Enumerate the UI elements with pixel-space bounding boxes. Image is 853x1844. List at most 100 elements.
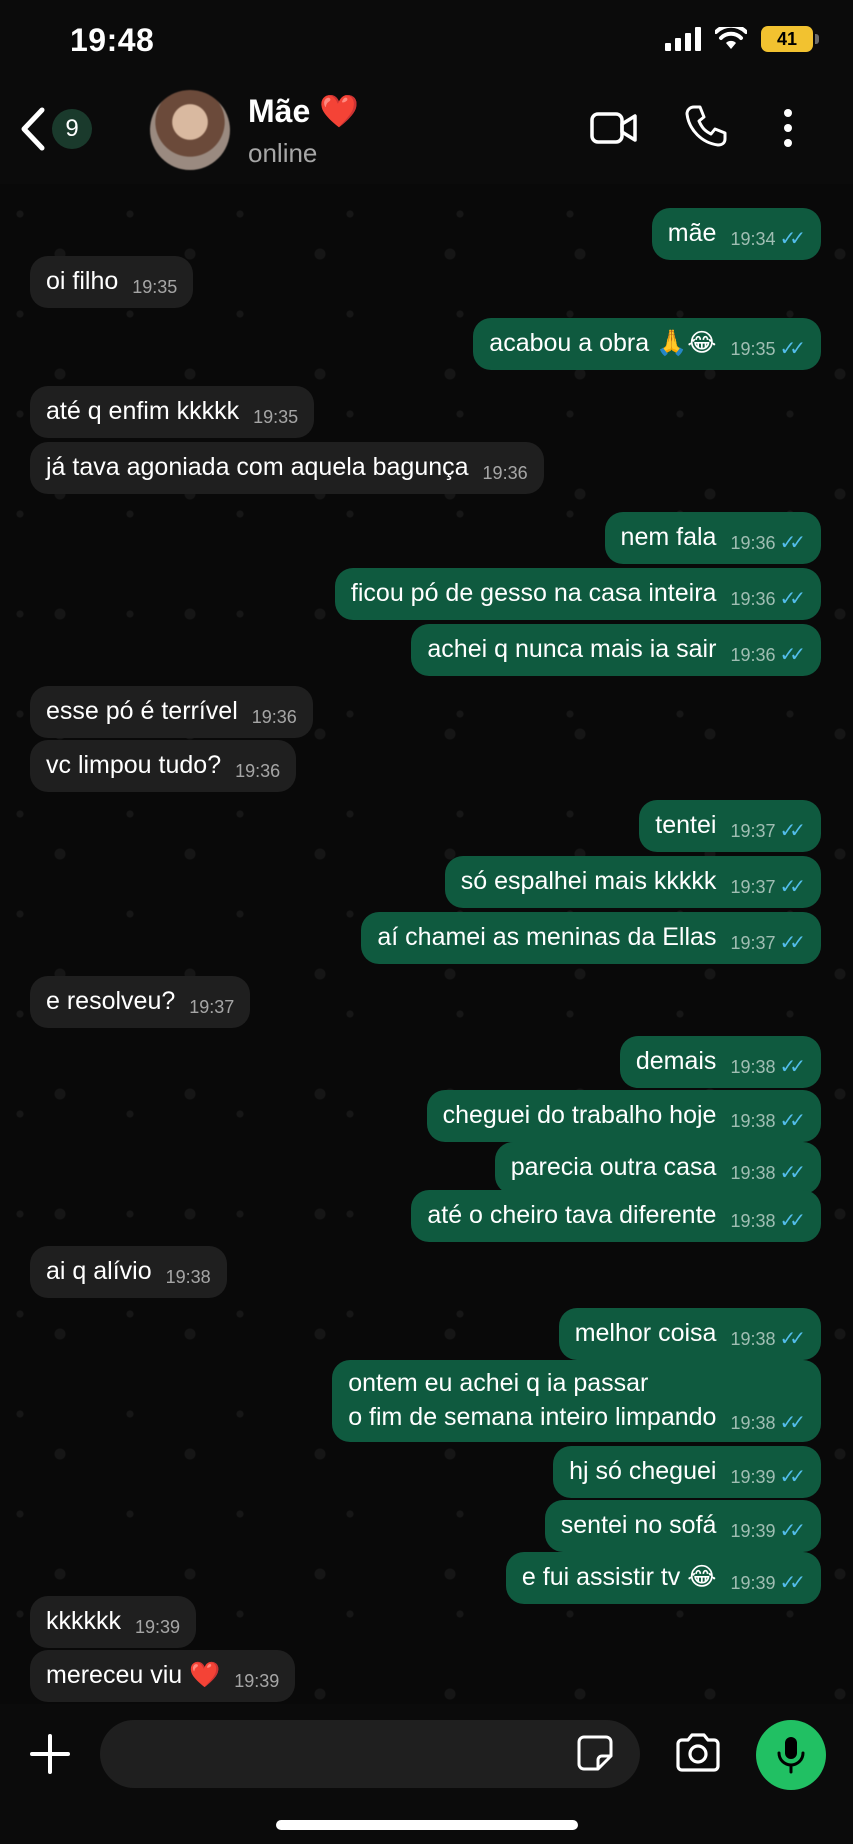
message-time: 19:38 bbox=[730, 1329, 776, 1349]
contact-name[interactable]: Mãe ❤️ bbox=[248, 92, 359, 130]
message-time: 19:39 bbox=[730, 1467, 776, 1487]
message-time: 19:34 bbox=[730, 229, 776, 249]
outgoing-message[interactable]: só espalhei mais kkkkk 19:37 ✓✓ bbox=[444, 856, 821, 908]
outgoing-message[interactable]: ontem eu achei q ia passar o fim de sema… bbox=[332, 1360, 821, 1442]
message-time: 19:35 bbox=[253, 407, 299, 427]
sticker-icon[interactable] bbox=[576, 1734, 614, 1772]
contact-avatar[interactable] bbox=[150, 90, 230, 170]
message-time: 19:36 bbox=[482, 463, 528, 483]
message-meta: 19:36 ✓✓ bbox=[730, 526, 805, 560]
outgoing-message[interactable]: ficou pó de gesso na casa inteira 19:36 ✓✓ bbox=[334, 568, 821, 620]
read-receipt-icon: ✓✓ bbox=[779, 876, 805, 898]
outgoing-message[interactable]: tentei 19:37 ✓✓ bbox=[639, 800, 821, 852]
message-time: 19:37 bbox=[730, 933, 776, 953]
message-time: 19:38 bbox=[730, 1111, 776, 1131]
message-text: cheguei do trabalho hoje bbox=[442, 1101, 717, 1129]
message-meta: 19:38 ✓✓ bbox=[730, 1104, 805, 1138]
incoming-message[interactable]: oi filho 19:35 bbox=[30, 256, 194, 308]
message-meta: 19:39 bbox=[234, 1664, 279, 1698]
message-text: acabou a obra 🙏😂 bbox=[489, 329, 717, 357]
composer-bar bbox=[0, 1704, 853, 1844]
message-time: 19:35 bbox=[730, 339, 776, 359]
outgoing-message[interactable]: sentei no sofá 19:39 ✓✓ bbox=[544, 1500, 821, 1552]
message-text: demais bbox=[635, 1047, 717, 1075]
outgoing-message[interactable]: melhor coisa 19:38 ✓✓ bbox=[558, 1308, 821, 1360]
outgoing-message[interactable]: mãe 19:34 ✓✓ bbox=[651, 208, 821, 260]
incoming-message[interactable]: ai q alívio 19:38 bbox=[30, 1246, 227, 1298]
message-time: 19:37 bbox=[730, 821, 776, 841]
status-bar: 19:48 41 bbox=[0, 0, 853, 82]
camera-icon[interactable] bbox=[674, 1732, 722, 1772]
outgoing-message[interactable]: achei q nunca mais ia sair 19:36 ✓✓ bbox=[411, 624, 821, 676]
incoming-message[interactable]: kkkkkk 19:39 bbox=[30, 1596, 197, 1648]
voice-record-button[interactable] bbox=[756, 1720, 826, 1790]
message-meta: 19:36 bbox=[483, 456, 528, 490]
outgoing-message[interactable]: cheguei do trabalho hoje 19:38 ✓✓ bbox=[426, 1090, 821, 1142]
cellular-signal-icon bbox=[665, 27, 701, 51]
incoming-message[interactable]: esse pó é terrível 19:36 bbox=[30, 686, 313, 738]
microphone-icon bbox=[777, 1737, 805, 1774]
message-text: mãe bbox=[667, 219, 717, 247]
message-meta: 19:36 ✓✓ bbox=[730, 582, 805, 616]
incoming-message[interactable]: vc limpou tudo? 19:36 bbox=[30, 740, 297, 792]
message-input[interactable] bbox=[100, 1720, 640, 1788]
read-receipt-icon: ✓✓ bbox=[779, 532, 805, 554]
message-time: 19:36 bbox=[730, 533, 776, 553]
message-text: parecia outra casa bbox=[510, 1153, 717, 1181]
outgoing-message[interactable]: parecia outra casa 19:38 ✓✓ bbox=[494, 1142, 821, 1194]
message-time: 19:39 bbox=[730, 1573, 776, 1593]
message-text: até o cheiro tava diferente bbox=[427, 1201, 717, 1229]
read-receipt-icon: ✓✓ bbox=[779, 1328, 805, 1350]
message-text: ontem eu achei q ia passar o fim de sema… bbox=[348, 1369, 717, 1431]
message-meta: 19:38 ✓✓ bbox=[730, 1050, 805, 1084]
message-meta: 19:35 ✓✓ bbox=[730, 332, 805, 366]
outgoing-message[interactable]: nem fala 19:36 ✓✓ bbox=[604, 512, 821, 564]
message-time: 19:38 bbox=[730, 1211, 776, 1231]
outgoing-message[interactable]: aí chamei as meninas da Ellas 19:37 ✓✓ bbox=[361, 912, 821, 964]
message-list[interactable]: mãe 19:34 ✓✓ oi filho 19:35 acabou a obra 🙏😂 1… bbox=[0, 184, 853, 1704]
more-options-icon[interactable] bbox=[780, 108, 796, 148]
message-text: até q enfim kkkkk bbox=[46, 397, 240, 425]
message-text: aí chamei as meninas da Ellas bbox=[377, 923, 717, 951]
message-meta: 19:39 bbox=[135, 1610, 180, 1644]
message-meta: 19:39 ✓✓ bbox=[730, 1460, 805, 1494]
message-time: 19:39 bbox=[135, 1617, 181, 1637]
message-time: 19:38 bbox=[730, 1057, 776, 1077]
read-receipt-icon: ✓✓ bbox=[779, 228, 805, 250]
incoming-message[interactable]: mereceu viu ❤️ 19:39 bbox=[30, 1650, 296, 1702]
read-receipt-icon: ✓✓ bbox=[779, 1162, 805, 1184]
outgoing-message[interactable]: hj só cheguei 19:39 ✓✓ bbox=[553, 1446, 821, 1498]
message-text: achei q nunca mais ia sair bbox=[427, 635, 717, 663]
message-text: só espalhei mais kkkkk bbox=[460, 867, 717, 895]
outgoing-message[interactable]: acabou a obra 🙏😂 19:35 ✓✓ bbox=[473, 318, 821, 370]
message-time: 19:36 bbox=[251, 707, 297, 727]
message-meta: 19:34 ✓✓ bbox=[730, 222, 805, 256]
message-meta: 19:36 bbox=[235, 754, 280, 788]
status-icons: 41 bbox=[665, 26, 819, 52]
read-receipt-icon: ✓✓ bbox=[779, 1466, 805, 1488]
read-receipt-icon: ✓✓ bbox=[779, 932, 805, 954]
message-text: hj só cheguei bbox=[569, 1457, 717, 1485]
message-time: 19:38 bbox=[730, 1413, 776, 1433]
back-button[interactable]: 9 bbox=[18, 106, 92, 152]
read-receipt-icon: ✓✓ bbox=[779, 1110, 805, 1132]
unread-count-badge: 9 bbox=[52, 109, 92, 149]
incoming-message[interactable]: já tava agoniada com aquela bagunça 19:36 bbox=[30, 442, 544, 494]
message-meta: 19:38 ✓✓ bbox=[730, 1322, 805, 1356]
outgoing-message[interactable]: até o cheiro tava diferente 19:38 ✓✓ bbox=[411, 1190, 821, 1242]
message-meta: 19:36 bbox=[252, 700, 297, 734]
attach-plus-icon[interactable] bbox=[28, 1732, 72, 1776]
outgoing-message[interactable]: demais 19:38 ✓✓ bbox=[619, 1036, 821, 1088]
incoming-message[interactable]: até q enfim kkkkk 19:35 bbox=[30, 386, 315, 438]
incoming-message[interactable]: e resolveu? 19:37 bbox=[30, 976, 251, 1028]
message-time: 19:35 bbox=[132, 277, 178, 297]
wifi-icon bbox=[715, 27, 747, 49]
phone-call-icon[interactable] bbox=[684, 104, 728, 148]
battery-indicator: 41 bbox=[761, 26, 819, 52]
message-text: esse pó é terrível bbox=[46, 697, 238, 725]
message-time: 19:36 bbox=[730, 589, 776, 609]
chat-header: 9 Mãe ❤️ online bbox=[0, 82, 853, 184]
message-meta: 19:35 bbox=[253, 400, 298, 434]
video-call-icon[interactable] bbox=[590, 110, 638, 146]
outgoing-message[interactable]: e fui assistir tv 😂 19:39 ✓✓ bbox=[505, 1552, 821, 1604]
